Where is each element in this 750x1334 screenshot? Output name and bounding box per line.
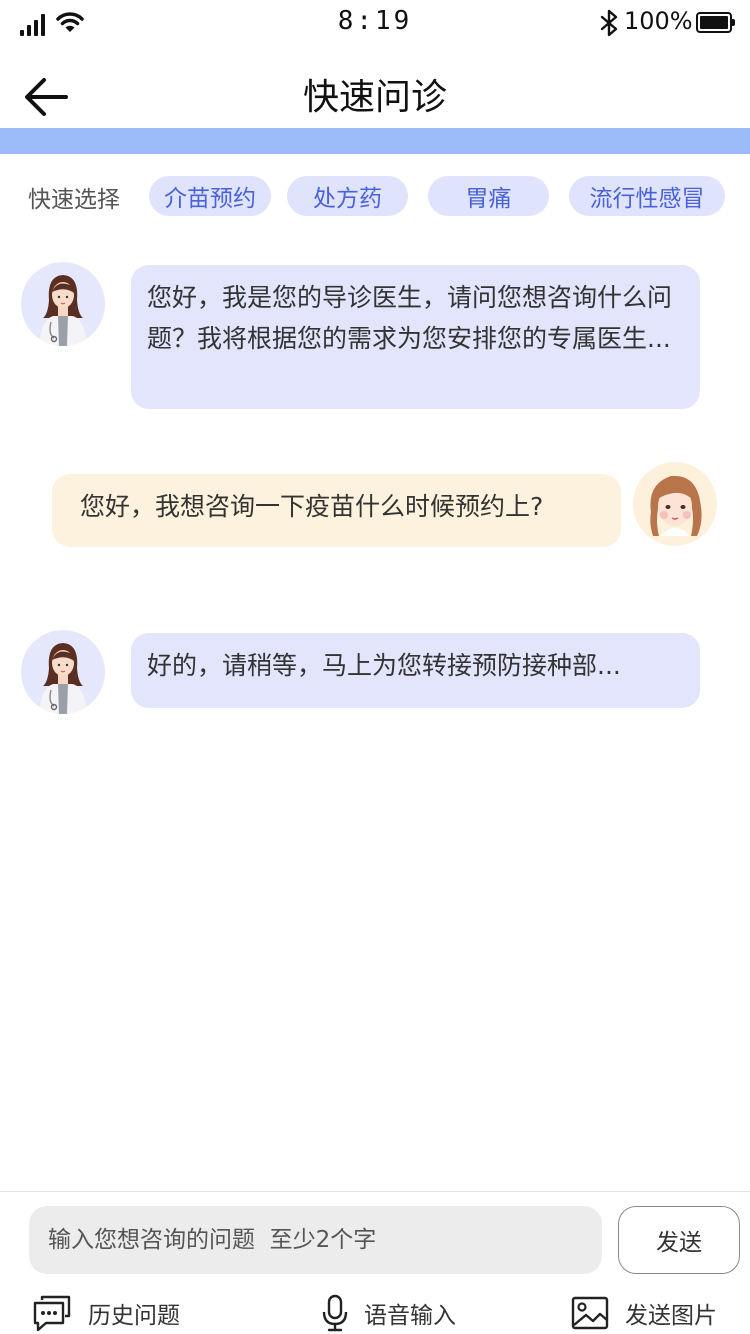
send-button[interactable]: 发送 (618, 1206, 740, 1274)
voice-input-label: 语音输入 (364, 1303, 456, 1329)
quick-select-label: 快速选择 (28, 187, 120, 213)
header-band (0, 128, 750, 154)
doctor-avatar (21, 262, 105, 346)
quick-select-row: 快速选择 介苗预约 处方药 胃痛 流行性感冒 (0, 176, 750, 216)
chat-bubble-icon (33, 1295, 71, 1332)
send-image-label: 发送图片 (625, 1303, 717, 1329)
status-bar: 8:19 100% (0, 0, 750, 46)
question-input-box[interactable] (29, 1206, 602, 1274)
battery-icon (696, 12, 735, 33)
quick-chip-stomachache[interactable]: 胃痛 (428, 176, 549, 216)
voice-input-button[interactable]: 语音输入 (322, 1292, 456, 1334)
quick-chip-prescription[interactable]: 处方药 (287, 176, 408, 216)
page-title: 快速问诊 (302, 77, 447, 118)
quick-chip-vaccine[interactable]: 介苗预约 (149, 176, 271, 216)
doctor-avatar (21, 630, 105, 714)
user-message-bubble: 您好，我想咨询一下疫苗什么时候预约上? (52, 474, 621, 547)
doctor-message-bubble: 好的，请稍等，马上为您转接预防接种部... (131, 633, 700, 708)
battery-percent: 100% (624, 7, 693, 35)
divider (0, 1191, 750, 1192)
nav-bar: 快速问诊 (0, 46, 750, 128)
image-icon (571, 1296, 609, 1330)
doctor-message-bubble: 您好，我是您的导诊医生，请问您想咨询什么问题？我将根据您的需求为您安排您的专属医… (131, 265, 700, 409)
user-avatar (633, 462, 717, 546)
history-button[interactable]: 历史问题 (32, 1292, 180, 1334)
microphone-icon (322, 1294, 348, 1332)
history-label: 历史问题 (88, 1303, 180, 1329)
bluetooth-icon (600, 9, 618, 37)
quick-chip-flu[interactable]: 流行性感冒 (569, 176, 725, 216)
send-image-button[interactable]: 发送图片 (571, 1292, 717, 1334)
question-input[interactable] (29, 1206, 602, 1274)
